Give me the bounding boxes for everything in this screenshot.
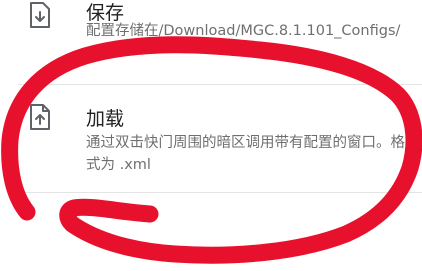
load-title: 加载 [86, 108, 125, 130]
divider [18, 192, 422, 193]
upload-file-icon [29, 104, 51, 130]
load-description: 通过双击快门周围的暗区调用带有配置的窗口。格式为 .xml [86, 135, 405, 173]
download-file-icon [29, 2, 51, 28]
save-config-item[interactable]: 保存 配置存储在/Download/MGC.8.1.101_Configs/ [0, 0, 422, 69]
save-description: 配置存储在/Download/MGC.8.1.101_Configs/ [86, 23, 401, 39]
divider [18, 84, 422, 85]
config-menu-screen: 保存 配置存储在/Download/MGC.8.1.101_Configs/ 加… [0, 0, 422, 271]
load-config-item[interactable]: 加载 通过双击快门周围的暗区调用带有配置的窗口。格式为 .xml [0, 90, 422, 193]
